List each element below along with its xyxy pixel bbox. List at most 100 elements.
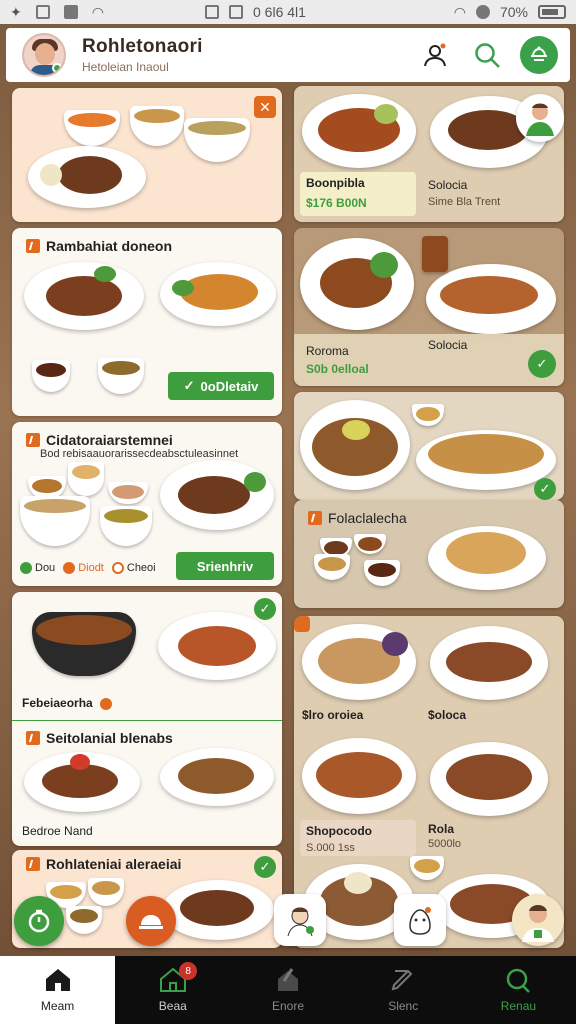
sauce-bowl	[410, 856, 444, 880]
item-name: Rola	[428, 822, 455, 836]
dish-plate	[160, 748, 274, 806]
dish-plate	[24, 262, 144, 330]
card-title: Seitolanial blenabs	[46, 730, 173, 746]
order-button[interactable]: Srienhriv	[176, 552, 274, 580]
item-name: Shopocodo	[306, 824, 372, 838]
drink-glass	[422, 236, 448, 272]
restaurant-icon[interactable]	[520, 36, 558, 74]
search-icon	[507, 968, 531, 993]
home-icon	[45, 969, 70, 991]
sparkle-icon: ✦	[10, 3, 22, 20]
menu-card[interactable]: Roroma S0b 0elloal Solocia ✓	[294, 228, 564, 386]
dish-bowl	[130, 106, 184, 146]
chef-avatar[interactable]	[516, 94, 564, 142]
item-name: $oloca	[428, 708, 467, 722]
close-icon[interactable]: ✕	[254, 96, 276, 118]
wifi-signal-icon: ◠	[453, 3, 466, 20]
tag-icon	[308, 511, 322, 525]
check-icon[interactable]: ✓	[534, 478, 556, 500]
cloche-fab[interactable]	[126, 896, 176, 946]
dish-bowl	[20, 496, 90, 546]
profile-avatar-button[interactable]	[512, 894, 564, 946]
nav-item-explore[interactable]: Enore	[230, 956, 345, 1024]
tag-icon	[26, 433, 40, 447]
dish-plate	[302, 624, 416, 700]
dish-plate	[24, 752, 140, 812]
nav-item-store[interactable]: 8 Beaa	[115, 956, 230, 1024]
card-title: Rambahiat doneon	[46, 238, 173, 254]
sauce-bowl	[314, 554, 350, 580]
status-bar: ✦ ◠ 0 6l6 4l1 ◠ 70%	[0, 0, 576, 24]
dish-plate	[300, 400, 410, 490]
item-price: S0b 0elloal	[306, 362, 369, 376]
tag-list: Dou Diodt Cheoi	[20, 562, 156, 574]
dish-plate	[430, 742, 548, 816]
menu-card[interactable]: Cidatoraiarstemnei Bod rebisaauorarissec…	[12, 422, 282, 586]
menu-card[interactable]: Folaclalecha	[294, 500, 564, 608]
dish-plate	[302, 94, 416, 168]
menu-card[interactable]: Rambahiat doneon ✓ 0oDletaiv	[12, 228, 282, 416]
wifi-icon: ◠	[91, 3, 104, 20]
check-icon[interactable]: ✓	[528, 350, 556, 378]
sauce-bowl	[98, 358, 144, 394]
explore-icon	[278, 968, 298, 991]
nav-item-search[interactable]: Renau	[461, 956, 576, 1024]
tag-icon	[26, 857, 40, 871]
item-name: Solocia	[428, 178, 468, 192]
battery-icon	[538, 5, 566, 19]
card-title: Cidatoraiarstemnei	[46, 432, 173, 448]
card-title: Rohlateniai aleraeiai	[46, 856, 182, 872]
tag-icon	[294, 616, 310, 632]
timer-fab[interactable]	[14, 896, 64, 946]
nav-item-edit[interactable]: Slenc	[346, 956, 461, 1024]
menu-card[interactable]: ✓ Febeiaeorha Seitolanial blenabs Bedroe…	[12, 592, 282, 846]
item-price: S.000 1ss	[306, 842, 355, 854]
menu-card[interactable]: ✓	[294, 392, 564, 500]
edit-icon	[391, 969, 413, 991]
featured-card[interactable]: ✕	[12, 88, 282, 222]
item-name: $lro oroiea	[302, 708, 364, 722]
card-subtitle: Bod rebisaauorarissecdeabsctuleasinnet	[40, 448, 239, 460]
dish-plate	[160, 460, 274, 530]
data-icon	[475, 5, 490, 19]
dish-bowl	[88, 878, 124, 906]
tag-icon	[26, 239, 40, 253]
nav-item-home[interactable]: Meam	[0, 956, 116, 1024]
order-button[interactable]: ✓ 0oDletaiv	[168, 372, 274, 400]
dish-bowl	[184, 118, 250, 162]
search-icon[interactable]	[468, 36, 506, 74]
dish-bowl	[64, 110, 120, 146]
profile-icon[interactable]	[416, 36, 454, 74]
check-icon[interactable]: ✓	[254, 856, 276, 878]
mascot-button[interactable]	[394, 894, 446, 946]
item-label: Bedroe Nand	[22, 824, 93, 838]
bottom-nav: Meam 8 Beaa Enore Slenc Renau	[0, 956, 576, 1024]
item-label-box: Shopocodo S.000 1ss	[300, 820, 416, 856]
battery-level: 70%	[499, 4, 528, 20]
check-icon: ✓	[183, 378, 195, 393]
grid-icon	[35, 5, 50, 19]
item-name: Boonpibla	[306, 176, 365, 190]
check-icon[interactable]: ✓	[254, 598, 276, 620]
sauce-bowl	[32, 360, 70, 392]
dish-bowl	[68, 462, 104, 496]
dish-plate	[428, 526, 546, 590]
chef-avatar-button[interactable]	[274, 894, 326, 946]
status-dot	[100, 697, 113, 710]
sauce-bowl	[364, 560, 400, 586]
dish-plate	[426, 264, 556, 334]
menu-card[interactable]: Boonpibla $176 B00N Solocia Sime Bla Tre…	[294, 86, 564, 222]
app-icon	[229, 5, 243, 19]
screenshot-icon	[205, 5, 219, 19]
dish-plate	[416, 430, 556, 490]
dish-bowl	[32, 612, 136, 676]
nfc-icon	[63, 5, 78, 19]
user-avatar[interactable]	[22, 33, 66, 77]
item-price: $176 B00N	[306, 196, 367, 210]
app-subtitle: Hetoleian Inaoul	[82, 60, 169, 74]
item-price: 5000lo	[428, 838, 462, 850]
app-title: Rohletonaori	[82, 36, 203, 57]
dish-plate	[300, 238, 414, 330]
dish-plate	[28, 146, 146, 208]
dish-bowl	[108, 482, 148, 504]
